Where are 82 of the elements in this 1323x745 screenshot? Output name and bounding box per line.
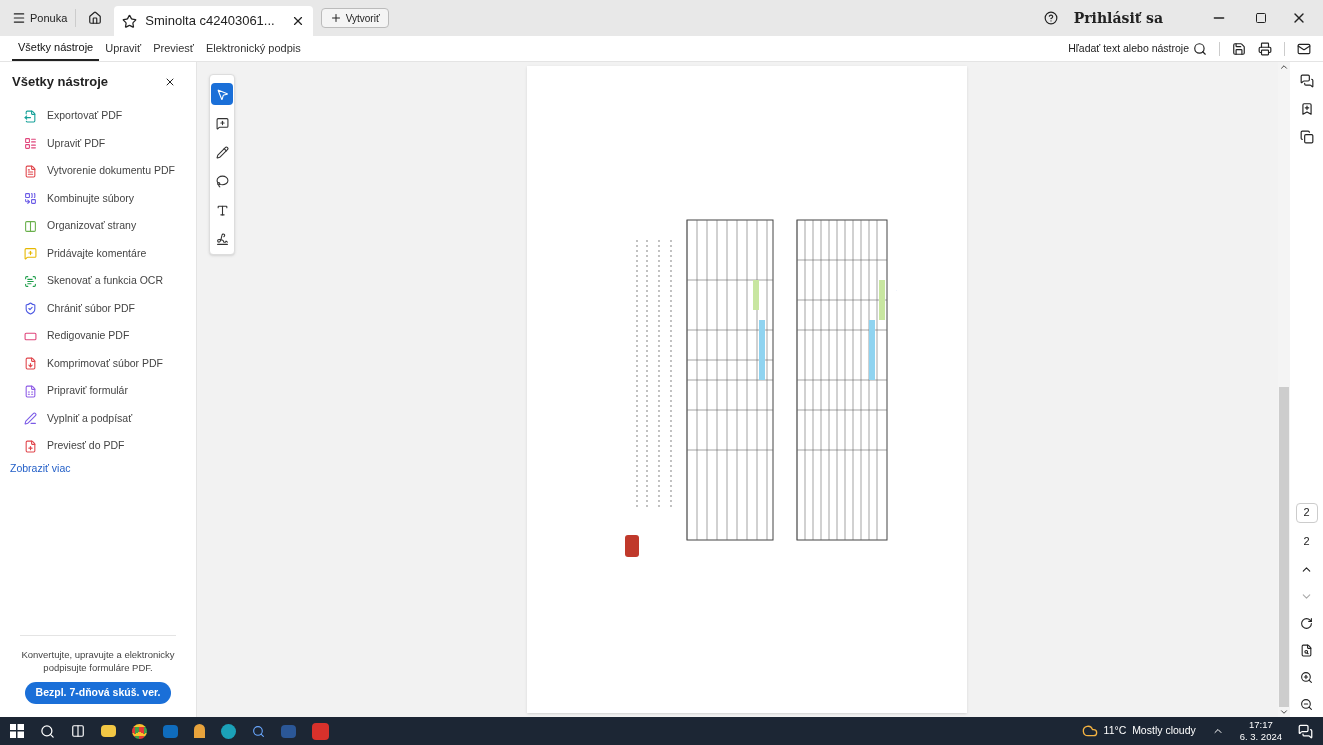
tool-icon: [24, 137, 37, 151]
scrollbar[interactable]: [1278, 62, 1290, 717]
search-icon[interactable]: [252, 724, 265, 738]
tool-item[interactable]: Previesť do PDF: [24, 432, 188, 460]
notifications-icon[interactable]: [1298, 723, 1313, 739]
menu-button[interactable]: Ponuka: [8, 7, 72, 29]
plus-icon: [329, 12, 342, 24]
promo-text: Konvertujte, upravujte a elektronicky podpisujte formuláre PDF.: [20, 648, 176, 674]
tool-icon: [24, 192, 37, 206]
help-icon[interactable]: [1043, 11, 1058, 25]
weather-icon: [1081, 723, 1098, 739]
task-view-icon[interactable]: [71, 724, 85, 738]
show-more-link[interactable]: Zobraziť viac: [8, 461, 188, 477]
mail-app-icon[interactable]: [163, 724, 178, 738]
zoom-in-icon[interactable]: [1300, 671, 1313, 684]
tool-icon: [24, 219, 37, 233]
comment-icon: [215, 116, 229, 130]
trial-button[interactable]: Bezpl. 7-dňová skúš. ver.: [24, 682, 172, 704]
signature-icon: [215, 232, 229, 246]
text-icon: [215, 203, 229, 217]
page-total: 2: [1303, 533, 1310, 549]
tool-icon: [24, 247, 37, 261]
tool-item[interactable]: Vytvorenie dokumentu PDF: [24, 157, 188, 185]
menu-icon: [12, 11, 26, 25]
cursor-icon: [215, 87, 229, 101]
page-number-field[interactable]: 2: [1295, 502, 1318, 523]
tool-item[interactable]: Upraviť PDF: [24, 130, 188, 158]
tool-item[interactable]: Redigovanie PDF: [24, 322, 188, 350]
tool-item[interactable]: Kombinujte súbory: [24, 185, 188, 213]
weather-text[interactable]: 11°C Mostly cloudy: [1103, 723, 1196, 739]
document-tab[interactable]: Sminolta c42403061...: [114, 6, 313, 36]
search-icon[interactable]: [1193, 41, 1207, 56]
folder-icon[interactable]: [101, 725, 116, 737]
rotate-icon[interactable]: [1300, 617, 1313, 630]
tool-icon: [24, 302, 37, 316]
tool-icon: [24, 357, 37, 371]
tool-item[interactable]: Vyplniť a podpísať: [24, 405, 188, 433]
comments-icon[interactable]: [1299, 74, 1314, 88]
zoom-out-icon[interactable]: [1300, 698, 1313, 711]
star-icon: [122, 13, 138, 29]
mail-icon[interactable]: [1297, 41, 1311, 56]
page-view-icon[interactable]: [1300, 644, 1313, 657]
maximize-icon[interactable]: [1255, 12, 1267, 24]
tool-item[interactable]: Komprimovať súbor PDF: [24, 350, 188, 378]
tool-item[interactable]: Exportovať PDF: [24, 102, 188, 130]
tool-item[interactable]: Chrániť súbor PDF: [24, 295, 188, 323]
pages-icon[interactable]: [1299, 130, 1314, 144]
pencil-icon: [215, 145, 229, 159]
tool-item[interactable]: Pripraviť formulár: [24, 377, 188, 405]
sign-in-button[interactable]: Prihlásiť sa: [1073, 7, 1163, 29]
tool-item[interactable]: Skenovať a funkcia OCR: [24, 267, 188, 295]
toolbar-tab[interactable]: Previesť: [147, 36, 200, 61]
tool-icon: [24, 109, 37, 123]
toolbar-tab[interactable]: Upraviť: [99, 36, 148, 61]
lasso-icon: [215, 174, 229, 188]
tab-title: Sminolta c42403061...: [145, 12, 275, 31]
tool-item[interactable]: Pridávajte komentáre: [24, 240, 188, 268]
search-label[interactable]: Hľadať text alebo nástroje: [1068, 40, 1189, 57]
pdf-app-icon[interactable]: [312, 722, 329, 740]
search-icon[interactable]: [40, 723, 55, 739]
browser-icon[interactable]: [132, 723, 147, 739]
scroll-down-icon[interactable]: [1279, 707, 1289, 717]
home-icon: [88, 11, 103, 25]
map-pin-icon[interactable]: [194, 724, 205, 738]
tool-icon: [24, 439, 37, 453]
tool-item[interactable]: Organizovať strany: [24, 212, 188, 240]
browser-icon[interactable]: [221, 723, 236, 739]
scroll-up-icon[interactable]: [1279, 62, 1289, 72]
tool-icon: [24, 384, 37, 398]
windows-icon[interactable]: [10, 724, 24, 738]
tool-icon: [24, 164, 37, 178]
save-icon[interactable]: [1232, 41, 1246, 56]
clock-time: 17:17: [1248, 719, 1273, 731]
toolbar-tab[interactable]: Elektronický podpis: [199, 36, 307, 61]
clock-date: 6. 3. 2024: [1239, 731, 1282, 743]
panel-title: Všetky nástroje: [12, 73, 109, 91]
print-icon[interactable]: [1258, 41, 1272, 56]
scroll-thumb[interactable]: [1279, 387, 1289, 707]
bookmark-icon[interactable]: [1299, 102, 1314, 116]
tool-icon: [24, 274, 37, 288]
tool-icon: [24, 412, 37, 426]
create-button[interactable]: Vytvoriť: [320, 8, 389, 28]
